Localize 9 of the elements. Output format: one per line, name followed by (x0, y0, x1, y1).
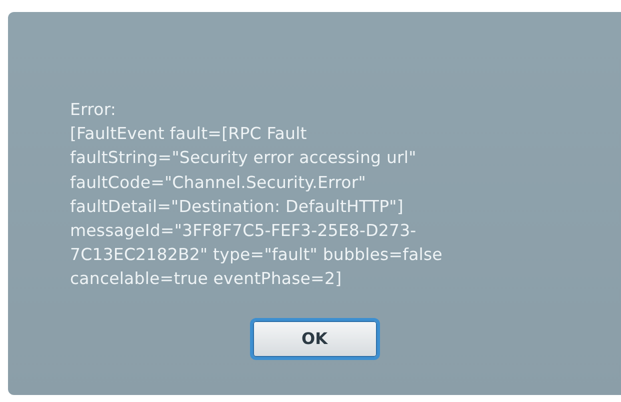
error-message-line: Error: (70, 99, 116, 121)
error-message-line: faultCode="Channel.Security.Error" (70, 172, 366, 194)
error-message-line: [FaultEvent fault=[RPC Fault (70, 123, 307, 146)
error-message-line: faultDetail="Destination: DefaultHTTP"] (70, 196, 404, 218)
ok-button[interactable]: OK (250, 318, 380, 360)
error-message-line: faultString="Security error accessing url" (70, 147, 416, 170)
error-message-line: cancelable=true eventPhase=2] (70, 268, 342, 290)
error-message-line: messageId="3FF8F7C5-FEF3-25E8-D273- (70, 220, 416, 242)
error-message-line: 7C13EC2182B2" type="fault" bubbles=false (70, 244, 442, 266)
